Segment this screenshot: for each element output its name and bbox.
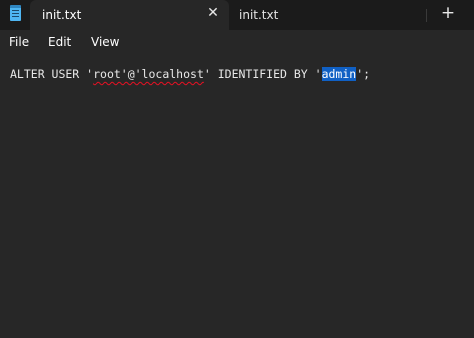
close-icon[interactable]: ✕ <box>206 6 220 20</box>
notepad-window: init.txt ✕ init.txt + File Edit View ALT… <box>0 0 474 338</box>
text-segment: ALTER USER ' <box>10 67 94 81</box>
selected-text: admin <box>321 67 357 81</box>
plus-icon[interactable]: + <box>440 5 456 22</box>
menu-file[interactable]: File <box>9 35 29 49</box>
menu-bar: File Edit View <box>0 30 474 54</box>
menu-view[interactable]: View <box>91 35 119 49</box>
notepad-icon <box>10 5 21 21</box>
text-segment: '; <box>356 67 371 81</box>
menu-edit[interactable]: Edit <box>48 35 71 49</box>
text-segment: ' IDENTIFIED BY ' <box>203 67 322 81</box>
tab-divider <box>426 9 427 22</box>
tab-label: init.txt <box>239 8 279 22</box>
tab-init-txt[interactable]: init.txt <box>231 0 411 30</box>
tab-label: init.txt <box>42 8 82 22</box>
misspelled-text: root'@'localhost <box>93 67 204 81</box>
text-editor[interactable]: ALTER USER 'root'@'localhost' IDENTIFIED… <box>0 54 474 338</box>
tab-strip: init.txt ✕ init.txt + <box>0 0 474 30</box>
editor-line: ALTER USER 'root'@'localhost' IDENTIFIED… <box>10 67 370 81</box>
tab-init-txt-active[interactable]: init.txt ✕ <box>30 0 229 30</box>
